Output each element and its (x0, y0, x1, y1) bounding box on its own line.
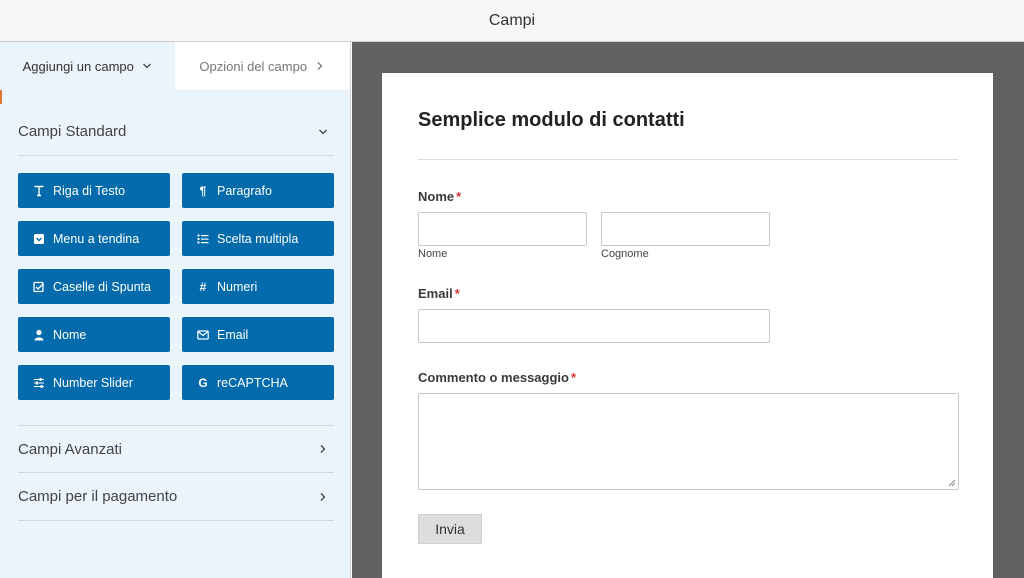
field-button-label: reCAPTCHA (217, 375, 288, 390)
email-field-label: Email * (418, 286, 460, 301)
field-button-text[interactable]: Riga di Testo (18, 173, 170, 208)
title-bar: Campi (0, 0, 1024, 42)
sidebar-tabs: Aggiungi un campo Opzioni del campo (0, 42, 350, 90)
resize-handle-icon[interactable] (948, 479, 956, 487)
form-title: Semplice modulo di contatti (418, 109, 685, 131)
field-button-paragraph[interactable]: ¶ Paragrafo (182, 173, 334, 208)
field-button-label: Number Slider (53, 375, 133, 390)
section-advanced-label: Campi Avanzati (18, 440, 122, 458)
form-preview-canvas: Semplice modulo di contatti Nome * Nome C… (352, 42, 1024, 578)
checkbox-icon (33, 281, 45, 293)
field-button-multiple-choice[interactable]: Scelta multipla (182, 221, 334, 256)
field-button-checkboxes[interactable]: Caselle di Spunta (18, 269, 170, 304)
paragraph-icon: ¶ (199, 183, 207, 198)
hash-icon: # (199, 279, 207, 294)
chevron-right-icon (317, 62, 323, 70)
dropdown-icon (33, 233, 45, 245)
form-preview: Semplice modulo di contatti Nome * Nome C… (382, 73, 993, 578)
email-input[interactable] (418, 309, 770, 343)
chevron-right-icon (320, 445, 326, 453)
field-button-label: Numeri (217, 279, 258, 294)
tab-add-field[interactable]: Aggiungi un campo (0, 42, 175, 90)
field-button-dropdown[interactable]: Menu a tendina (18, 221, 170, 256)
field-button-label: Menu a tendina (53, 231, 140, 246)
field-button-label: Paragrafo (217, 183, 272, 198)
comment-label-text: Commento o messaggio (418, 370, 569, 385)
section-payment-label: Campi per il pagamento (18, 488, 178, 505)
field-button-label: Email (217, 327, 249, 342)
standard-fields-grid: Riga di Testo ¶ Paragrafo Menu a tendina… (18, 173, 334, 400)
chevron-down-icon (142, 63, 151, 69)
tab-add-field-label: Aggiungi un campo (22, 58, 134, 74)
field-button-numbers[interactable]: # Numeri (182, 269, 334, 304)
section-payment-fields[interactable]: Campi per il pagamento (18, 473, 334, 521)
sidebar: Aggiungi un campo Opzioni del campo Camp… (0, 42, 351, 578)
tab-field-options[interactable]: Opzioni del campo (174, 42, 350, 90)
field-button-recaptcha[interactable]: G reCAPTCHA (182, 365, 334, 400)
required-marker: * (454, 286, 460, 301)
comment-textarea[interactable] (418, 393, 959, 490)
field-button-label: Scelta multipla (217, 231, 299, 246)
tab-field-options-label: Opzioni del campo (199, 58, 308, 74)
chevron-down-icon (319, 129, 327, 134)
field-button-name[interactable]: Nome (18, 317, 170, 352)
field-button-label: Nome (53, 327, 87, 342)
first-name-input[interactable] (418, 212, 587, 246)
field-button-email[interactable]: Email (182, 317, 334, 352)
required-marker: * (570, 370, 577, 385)
chevron-right-icon (320, 492, 326, 501)
section-standard-label: Campi Standard (18, 123, 127, 140)
submit-button[interactable]: Invia (418, 514, 482, 544)
text-icon (33, 185, 45, 197)
window-title: Campi (488, 11, 536, 29)
field-button-label: Riga di Testo (53, 183, 126, 198)
title-divider (418, 159, 958, 160)
first-name-sublabel: Nome (418, 248, 448, 260)
name-field-label: Nome * (418, 189, 461, 204)
user-icon (33, 329, 45, 341)
field-button-number-slider[interactable]: Number Slider (18, 365, 170, 400)
last-name-sublabel: Cognome (601, 248, 649, 260)
section-standard-fields[interactable]: Campi Standard (18, 108, 334, 156)
sliders-icon (33, 377, 45, 389)
envelope-icon (197, 329, 209, 341)
field-button-label: Caselle di Spunta (53, 279, 151, 294)
email-label-text: Email (418, 286, 453, 301)
google-icon: G (198, 375, 208, 390)
comment-field-label: Commento o messaggio * (418, 370, 576, 385)
section-advanced-fields[interactable]: Campi Avanzati (18, 425, 334, 473)
required-marker: * (456, 189, 462, 204)
name-label-text: Nome (418, 189, 455, 204)
list-icon (197, 233, 209, 245)
last-name-input[interactable] (601, 212, 770, 246)
